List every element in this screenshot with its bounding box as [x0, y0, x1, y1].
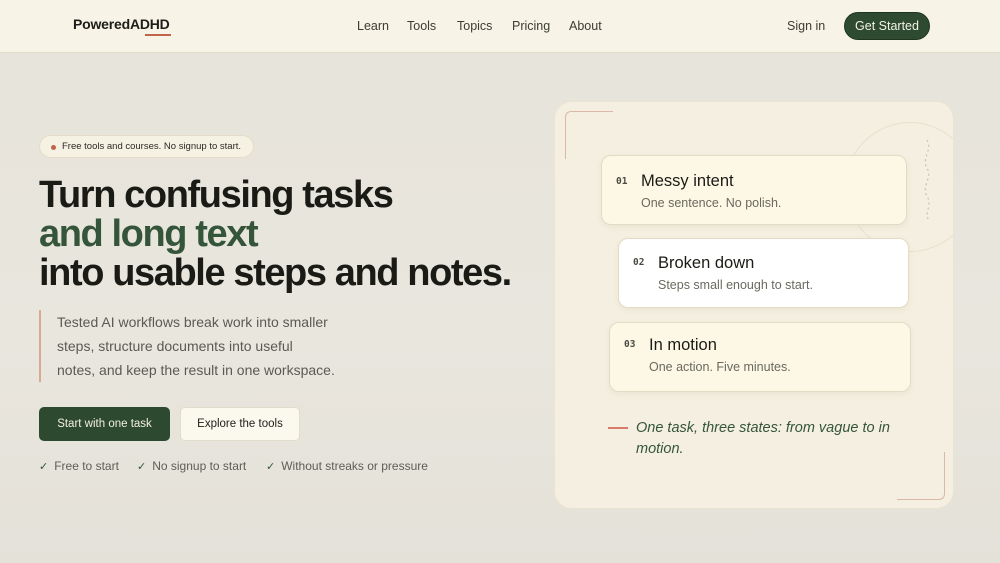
step-subtitle: One action. Five minutes.	[649, 360, 791, 374]
sign-in-link[interactable]: Sign in	[787, 19, 825, 33]
start-task-button[interactable]: Start with one task	[39, 407, 170, 441]
steps-illustration-panel: 01 Messy intent One sentence. No polish.…	[554, 101, 954, 509]
hero-headline: Turn confusing tasks and long text into …	[39, 174, 512, 294]
decorative-squiggle-icon	[924, 139, 930, 221]
check-item: ✓ No signup to start	[137, 459, 246, 473]
headline-line-1: Turn confusing tasks	[39, 174, 394, 216]
step-title: Messy intent	[641, 172, 734, 190]
logo[interactable]: PoweredADHD	[73, 16, 171, 36]
step-subtitle: One sentence. No polish.	[641, 196, 782, 210]
step-title: In motion	[649, 336, 717, 354]
corner-bracket-bottom-right	[897, 452, 945, 500]
step-number: 01	[616, 176, 628, 187]
checkmark-icon: ✓	[137, 461, 147, 473]
headline-line-3: into usable steps and notes.	[39, 252, 512, 294]
headline-line-2: and long text	[39, 213, 259, 255]
checkmark-icon: ✓	[266, 461, 276, 473]
check-item: ✓ Free to start	[39, 459, 119, 473]
logo-prefix: Powered	[73, 16, 130, 32]
lede-line-1: Tested AI workflows break work into smal…	[57, 314, 328, 330]
logo-underline	[145, 34, 171, 36]
site-header: PoweredADHD Learn Tools Topics Pricing A…	[0, 0, 1000, 53]
step-card-1: 01 Messy intent One sentence. No polish.	[601, 155, 907, 225]
nav-learn[interactable]: Learn	[357, 19, 389, 33]
check-label: Free to start	[54, 459, 119, 473]
caption-dash	[608, 427, 628, 429]
step-number: 02	[633, 257, 645, 268]
check-label: Without streaks or pressure	[281, 459, 428, 473]
step-title: Broken down	[658, 254, 755, 272]
announcement-pill: Free tools and courses. No signup to sta…	[39, 135, 255, 158]
pill-dot-icon	[51, 145, 56, 150]
get-started-button[interactable]: Get Started	[844, 12, 930, 40]
caption-text: One task, three states: from vague to in…	[636, 420, 890, 457]
step-card-2: 02 Broken down Steps small enough to sta…	[618, 238, 909, 308]
pill-text: Free tools and courses. No signup to sta…	[62, 141, 242, 152]
step-card-3: 03 In motion One action. Five minutes.	[609, 322, 911, 392]
nav-tools[interactable]: Tools	[407, 19, 436, 33]
explore-tools-button[interactable]: Explore the tools	[180, 407, 300, 441]
lede-line-3: notes, and keep the result in one worksp…	[57, 362, 335, 378]
step-number: 03	[624, 339, 636, 350]
hero-description: Tested AI workflows break work into smal…	[39, 310, 369, 382]
nav-topics[interactable]: Topics	[457, 19, 492, 33]
nav-about[interactable]: About	[569, 19, 602, 33]
corner-bracket-top-left	[565, 111, 613, 159]
checkmark-icon: ✓	[39, 461, 49, 473]
lede-line-2: steps, structure documents into useful	[57, 338, 293, 354]
step-subtitle: Steps small enough to start.	[658, 278, 813, 292]
nav-pricing[interactable]: Pricing	[512, 19, 550, 33]
check-item: ✓ Without streaks or pressure	[266, 459, 428, 473]
check-label: No signup to start	[152, 459, 247, 473]
panel-caption: One task, three states: from vague to in…	[608, 418, 926, 460]
logo-suffix: ADHD	[129, 16, 170, 32]
